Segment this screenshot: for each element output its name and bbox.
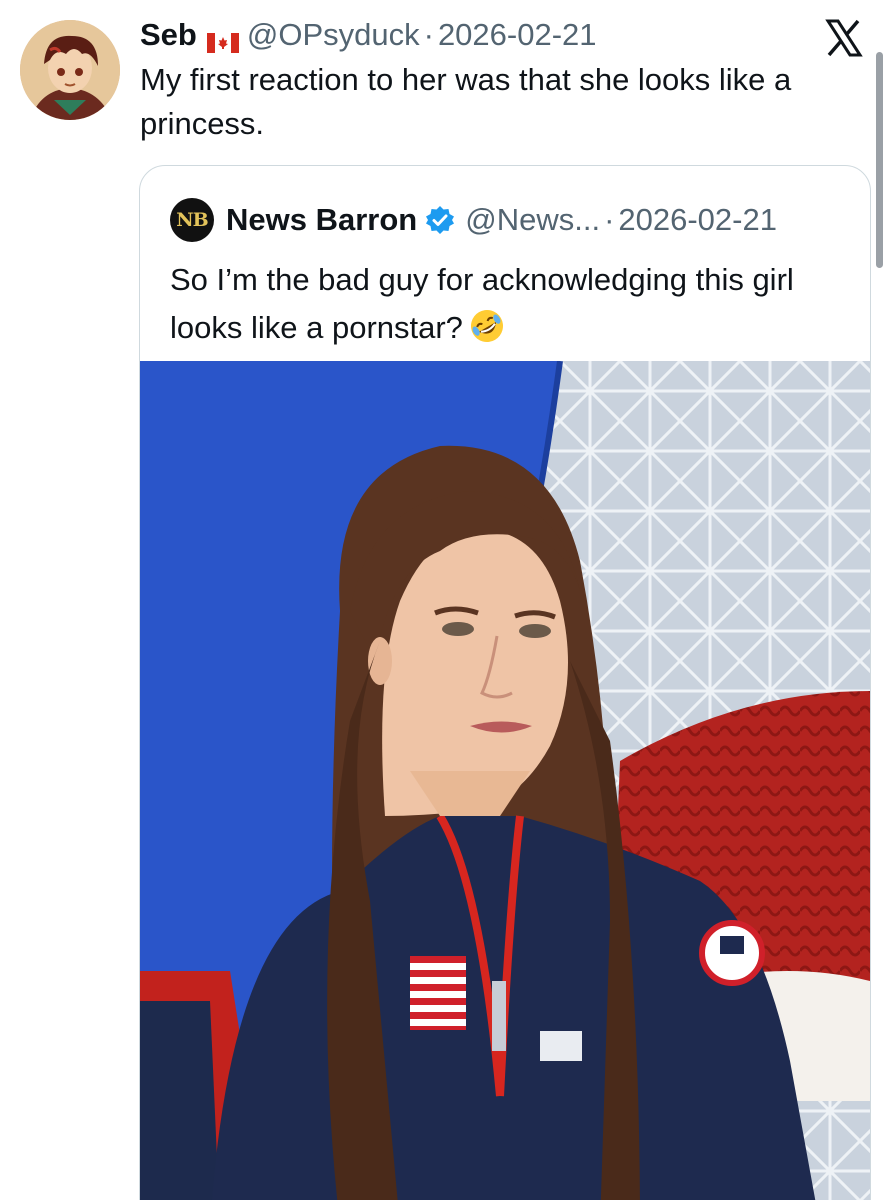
scrollbar[interactable] bbox=[876, 52, 883, 268]
quoted-header-separator: · bbox=[604, 202, 615, 237]
canada-flag-icon bbox=[206, 25, 239, 53]
author-avatar[interactable] bbox=[20, 20, 120, 120]
post-header: Seb @OPsyduck · 2026-02-21 bbox=[140, 14, 597, 56]
post-text: My first reaction to her was that she lo… bbox=[140, 62, 792, 141]
quoted-post-photo[interactable] bbox=[140, 361, 870, 1200]
tweet-screenshot: Seb @OPsyduck · 2026-02-21 My first reac… bbox=[0, 0, 890, 1200]
header-separator: · bbox=[423, 17, 434, 52]
post-date[interactable]: 2026-02-21 bbox=[438, 17, 597, 53]
author-name[interactable]: Seb bbox=[140, 17, 197, 53]
x-logo-icon bbox=[824, 18, 864, 58]
author-handle[interactable]: @OPsyduck bbox=[247, 17, 420, 53]
quoted-post-date[interactable]: 2026-02-21 bbox=[618, 202, 777, 238]
quoted-post-text: So I’m the bad guy for acknowledging thi… bbox=[170, 256, 850, 352]
quoted-post-header: NB News Barron @News... · 2026-02-21 bbox=[170, 198, 777, 242]
verified-badge-icon bbox=[425, 205, 455, 235]
rolling-on-floor-laughing-emoji bbox=[469, 308, 505, 344]
quoted-author-name[interactable]: News Barron bbox=[226, 202, 417, 238]
quoted-author-handle[interactable]: @News... bbox=[465, 202, 600, 238]
quoted-author-avatar[interactable]: NB bbox=[170, 198, 214, 242]
quoted-post-card[interactable]: NB News Barron @News... · 2026-02-21 So … bbox=[139, 165, 871, 1200]
